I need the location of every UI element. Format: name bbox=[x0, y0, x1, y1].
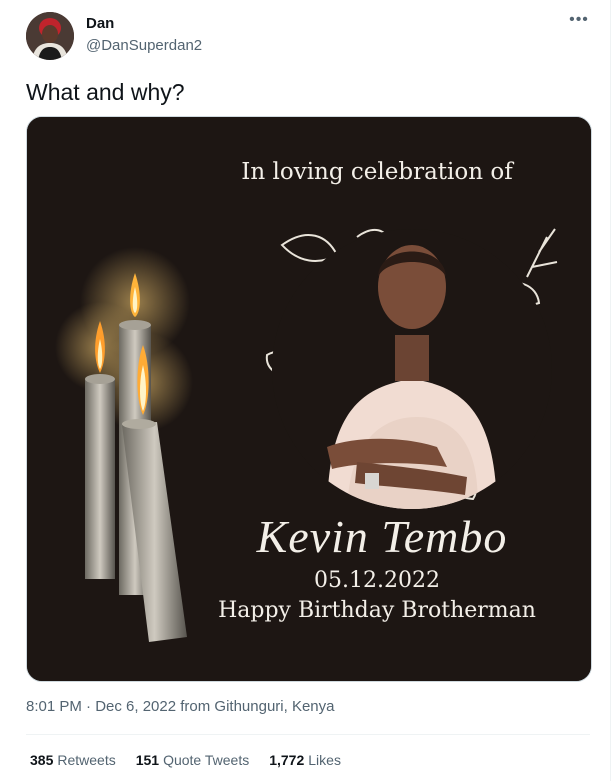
retweets-label: Retweets bbox=[57, 752, 116, 768]
retweets-count: 385 bbox=[30, 752, 54, 768]
tweet-timestamp[interactable]: 8:01 PM · Dec 6, 2022 from Githunguri, K… bbox=[26, 698, 335, 715]
memorial-headline: In loving celebration of bbox=[241, 159, 513, 185]
quote-tweets-count: 151 bbox=[135, 752, 160, 768]
quote-tweets-stat[interactable]: 151 Quote Tweets bbox=[136, 752, 250, 768]
retweets-stat[interactable]: 385 Retweets bbox=[30, 752, 116, 768]
tweet-text: What and why? bbox=[26, 79, 185, 105]
memorial-message: Happy Birthday Brotherman bbox=[218, 598, 536, 623]
likes-count: 1,772 bbox=[269, 752, 305, 768]
divider bbox=[26, 734, 590, 735]
likes-stat[interactable]: 1,772 Likes bbox=[269, 752, 341, 768]
tweet-stats: 385 Retweets 151 Quote Tweets 1,772 Likes bbox=[30, 752, 341, 768]
author-name[interactable]: Dan bbox=[86, 15, 114, 32]
memorial-date: 05.12.2022 bbox=[314, 568, 440, 593]
more-horizontal-icon[interactable]: ••• bbox=[568, 12, 590, 34]
author-handle[interactable]: @DanSuperdan2 bbox=[86, 37, 202, 54]
tweet: Dan @DanSuperdan2 ••• What and why? In l… bbox=[0, 0, 611, 781]
quote-tweets-label: Quote Tweets bbox=[163, 752, 250, 768]
likes-label: Likes bbox=[308, 752, 341, 768]
tweet-media-image[interactable]: In loving celebration of Kevin Tembo 05.… bbox=[26, 116, 592, 682]
avatar[interactable] bbox=[26, 12, 74, 60]
candle bbox=[85, 379, 115, 579]
memorial-person-name: Kevin Tembo bbox=[256, 511, 508, 562]
